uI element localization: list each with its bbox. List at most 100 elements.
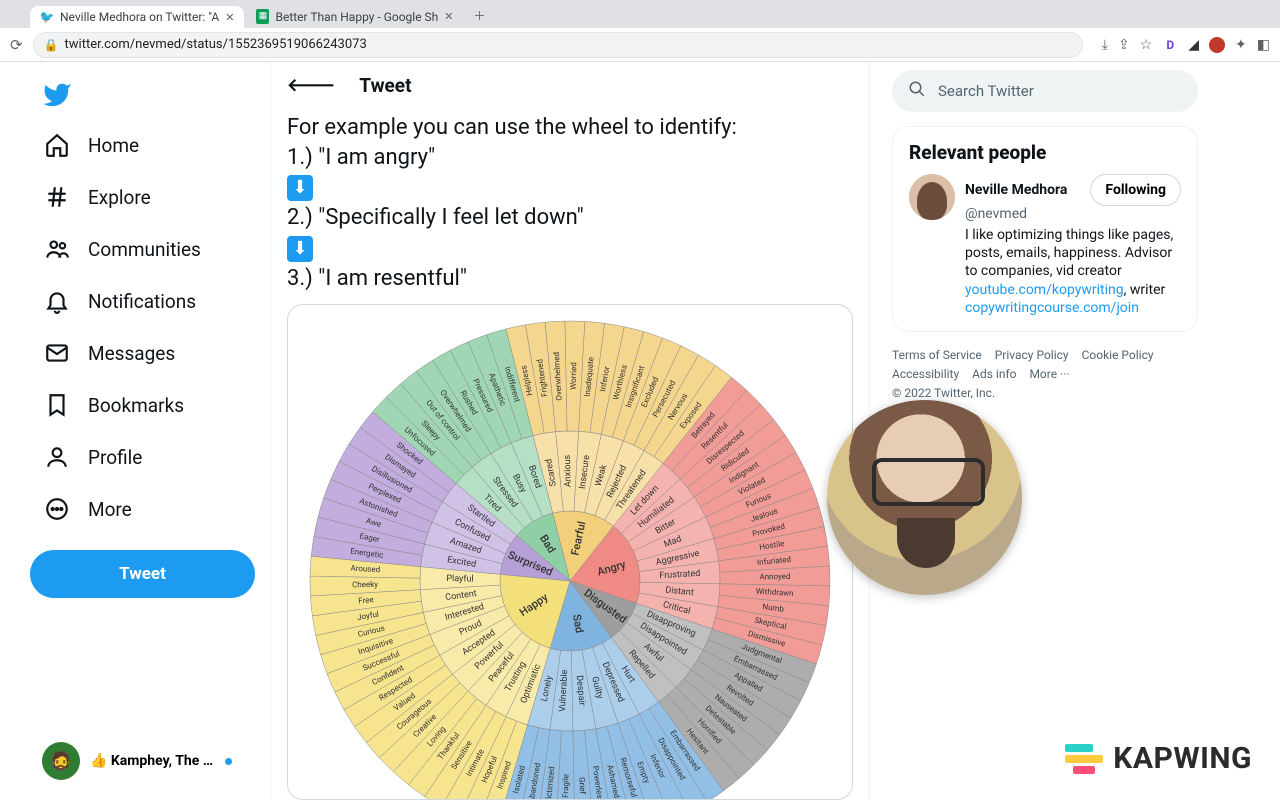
footer-link[interactable]: Privacy Policy bbox=[995, 348, 1069, 362]
down-arrow-emoji-icon: ⬇ bbox=[287, 175, 313, 201]
tweet-line: 1.) "I am angry" bbox=[287, 143, 853, 173]
bookmark-icon bbox=[44, 392, 70, 418]
page-title: Tweet bbox=[359, 74, 411, 97]
primary-nav: Home Explore Communities Notifications M… bbox=[0, 62, 270, 800]
twitter-logo-icon[interactable] bbox=[42, 80, 72, 110]
sidepanel-icon[interactable]: ◧ bbox=[1257, 37, 1270, 53]
more-icon bbox=[44, 496, 70, 522]
nav-profile[interactable]: Profile bbox=[30, 434, 262, 480]
user-row[interactable]: Neville Medhora Following @nevmed I like… bbox=[909, 174, 1181, 317]
footer-link[interactable]: Accessibility bbox=[892, 367, 959, 381]
reload-icon[interactable]: ⟳ bbox=[10, 36, 23, 54]
svg-text:Cheeky: Cheeky bbox=[352, 580, 378, 590]
tweet-text: For example you can use the wheel to ide… bbox=[271, 109, 869, 294]
footer-links: Terms of Service Privacy Policy Cookie P… bbox=[892, 346, 1198, 404]
tweet-line: For example you can use the wheel to ide… bbox=[287, 113, 853, 143]
user-handle: @nevmed bbox=[965, 206, 1181, 222]
nav-label: More bbox=[88, 498, 132, 521]
lock-icon: 🔒 bbox=[44, 38, 59, 52]
main-column: 🡐 Tweet For example you can use the whee… bbox=[270, 62, 870, 800]
home-icon bbox=[44, 132, 70, 158]
nav-label: Home bbox=[88, 134, 139, 157]
close-icon[interactable]: ✕ bbox=[444, 10, 453, 23]
tweet-image[interactable]: FearfulScaredAnxiousInsecureWeakRejected… bbox=[287, 304, 853, 800]
nav-label: Messages bbox=[88, 342, 175, 365]
address-bar[interactable]: 🔒 twitter.com/nevmed/status/155236951906… bbox=[33, 32, 1083, 58]
bio-link[interactable]: copywritingcourse.com/join bbox=[965, 300, 1139, 316]
relevant-people-card: Relevant people Neville Medhora Followin… bbox=[892, 126, 1198, 332]
bookmark-star-icon[interactable]: ☆ bbox=[1140, 37, 1153, 53]
account-name: 👍 Kamphey, The … bbox=[90, 753, 213, 769]
sheets-favicon-icon: ▦ bbox=[256, 9, 269, 24]
tweet-line: 2.) "Specifically I feel let down" bbox=[287, 203, 853, 233]
nav-notifications[interactable]: Notifications bbox=[30, 278, 262, 324]
share-icon[interactable]: ⇪ bbox=[1118, 37, 1130, 53]
extension-icon[interactable]: ◢ bbox=[1188, 37, 1199, 53]
extension-avatar-icon[interactable] bbox=[1209, 37, 1225, 53]
footer-link[interactable]: Ads info bbox=[972, 367, 1016, 381]
user-bio: I like optimizing things like pages, pos… bbox=[965, 226, 1181, 317]
back-arrow-icon[interactable]: 🡐 bbox=[287, 75, 335, 96]
follow-button[interactable]: Following bbox=[1090, 174, 1181, 206]
page-header: 🡐 Tweet bbox=[271, 62, 869, 109]
nav-bookmarks[interactable]: Bookmarks bbox=[30, 382, 262, 428]
footer-link[interactable]: Terms of Service bbox=[892, 348, 982, 362]
nav-label: Bookmarks bbox=[88, 394, 184, 417]
svg-text:Worried: Worried bbox=[569, 362, 579, 390]
nav-label: Communities bbox=[88, 238, 201, 261]
nav-more[interactable]: More bbox=[30, 486, 262, 532]
url-text: twitter.com/nevmed/status/15523695190662… bbox=[65, 37, 367, 52]
hashtag-icon bbox=[44, 184, 70, 210]
avatar-icon bbox=[909, 174, 955, 220]
search-input[interactable]: Search Twitter bbox=[892, 70, 1198, 112]
nav-communities[interactable]: Communities bbox=[30, 226, 262, 272]
account-switcher[interactable]: 🧔 👍 Kamphey, The … bbox=[30, 734, 262, 788]
svg-text:Fragile: Fragile bbox=[561, 774, 570, 798]
unread-dot-icon bbox=[225, 758, 232, 765]
nav-explore[interactable]: Explore bbox=[30, 174, 262, 220]
avatar-icon: 🧔 bbox=[42, 742, 80, 780]
svg-text:Grief: Grief bbox=[577, 777, 587, 795]
tab-title: Better Than Happy - Google Sh bbox=[275, 10, 438, 24]
kapwing-watermark: KAPWING bbox=[1065, 741, 1252, 776]
install-icon[interactable]: ⤓ bbox=[1102, 37, 1108, 53]
bio-link[interactable]: youtube.com/kopywriting bbox=[965, 282, 1124, 298]
footer-link[interactable]: More ··· bbox=[1029, 367, 1069, 381]
extension-d-icon[interactable]: D bbox=[1162, 37, 1178, 53]
nav-messages[interactable]: Messages bbox=[30, 330, 262, 376]
svg-text:Aroused: Aroused bbox=[350, 563, 380, 574]
kapwing-logo-icon bbox=[1065, 744, 1103, 774]
tweet-line: 3.) "I am resentful" bbox=[287, 264, 853, 294]
profile-icon bbox=[44, 444, 70, 470]
user-display-name: Neville Medhora bbox=[965, 182, 1067, 198]
nav-home[interactable]: Home bbox=[30, 122, 262, 168]
watermark-text: KAPWING bbox=[1113, 741, 1252, 776]
down-arrow-emoji-icon: ⬇ bbox=[287, 236, 313, 262]
svg-text:Annoyed: Annoyed bbox=[759, 572, 790, 582]
twitter-favicon-icon: 🐦 bbox=[40, 10, 54, 24]
bio-text: I like optimizing things like pages, pos… bbox=[965, 227, 1173, 279]
communities-icon bbox=[44, 236, 70, 262]
close-icon[interactable]: ✕ bbox=[225, 11, 234, 24]
nav-label: Profile bbox=[88, 446, 142, 469]
nav-label: Notifications bbox=[88, 290, 196, 313]
svg-text:Anxious: Anxious bbox=[563, 454, 574, 487]
compose-tweet-button[interactable]: Tweet bbox=[30, 550, 255, 598]
presenter-webcam-overlay bbox=[827, 400, 1022, 595]
feelings-wheel-chart: FearfulScaredAnxiousInsecureWeakRejected… bbox=[300, 311, 840, 800]
bell-icon bbox=[44, 288, 70, 314]
footer-copyright: © 2022 Twitter, Inc. bbox=[892, 386, 995, 400]
svg-text:Free: Free bbox=[358, 595, 374, 605]
browser-tab-strip: 🐦 Neville Medhora on Twitter: "A ✕ ▦ Bet… bbox=[0, 0, 1280, 28]
svg-text:Playful: Playful bbox=[446, 574, 473, 585]
tab-title: Neville Medhora on Twitter: "A bbox=[60, 10, 219, 24]
browser-tab-inactive[interactable]: ▦ Better Than Happy - Google Sh ✕ bbox=[246, 5, 463, 28]
extensions-menu-icon[interactable]: ✦ bbox=[1235, 37, 1247, 53]
envelope-icon bbox=[44, 340, 70, 366]
footer-link[interactable]: Cookie Policy bbox=[1082, 348, 1154, 362]
card-title: Relevant people bbox=[909, 141, 1181, 164]
search-placeholder: Search Twitter bbox=[938, 82, 1034, 100]
new-tab-button[interactable]: ＋ bbox=[466, 3, 494, 28]
browser-toolbar: ⟳ 🔒 twitter.com/nevmed/status/1552369519… bbox=[0, 28, 1280, 62]
browser-tab-active[interactable]: 🐦 Neville Medhora on Twitter: "A ✕ bbox=[30, 6, 244, 28]
